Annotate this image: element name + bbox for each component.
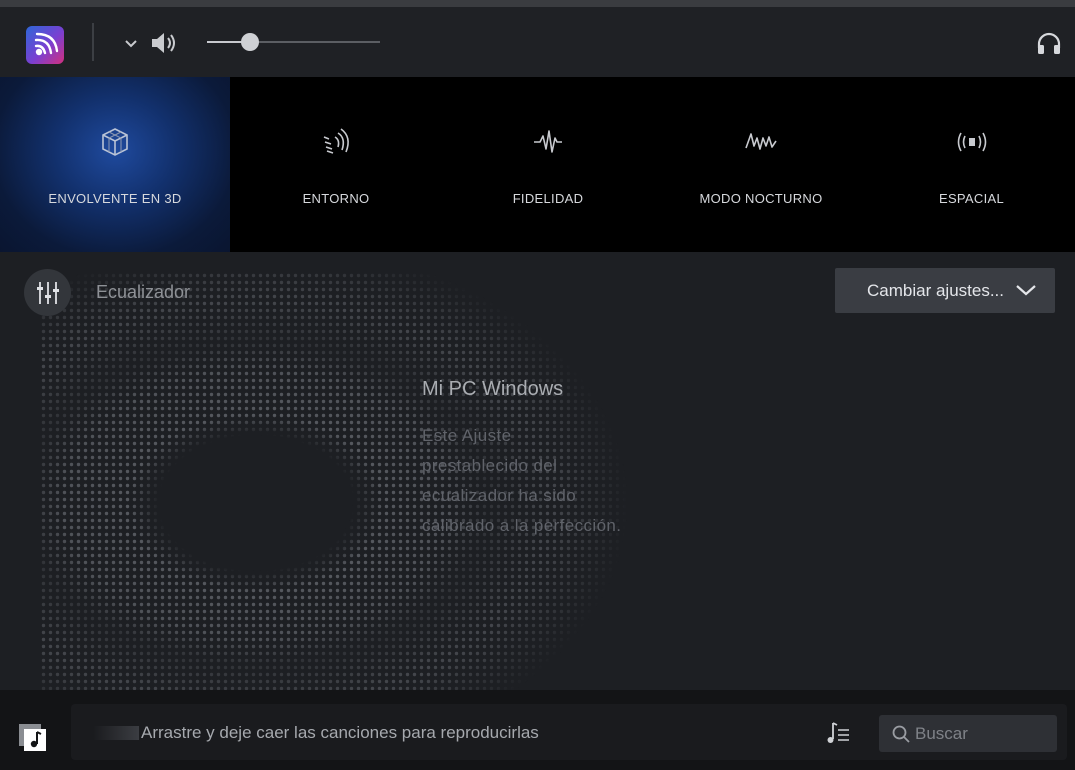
song-drop-zone[interactable]: Arrastre y deje caer las canciones para … <box>71 704 1067 760</box>
app-window: ENVOLVENTE EN 3D ENTORNO FIDELIDAD MODO … <box>0 0 1075 770</box>
mode-entorno[interactable]: ENTORNO <box>230 77 442 252</box>
spatial-broadcast-icon <box>957 132 986 152</box>
player-footer: Arrastre y deje caer las canciones para … <box>0 690 1075 770</box>
equalizer-panel: Ecualizador Cambiar ajustes... Mi PC Win… <box>0 252 1075 690</box>
equalizer-icon <box>24 269 71 316</box>
drop-zone-text: Arrastre y deje caer las canciones para … <box>141 723 539 742</box>
header-bar <box>0 7 1075 77</box>
chevron-down-icon <box>1016 285 1036 296</box>
search-icon <box>892 725 910 743</box>
mode-label: ENTORNO <box>302 191 370 206</box>
equalizer-title: Ecualizador <box>96 282 191 302</box>
speaker-icon[interactable] <box>150 31 178 55</box>
audio-wave-logo-icon[interactable] <box>26 26 64 64</box>
volume-slider[interactable] <box>207 33 380 51</box>
change-settings-label: Cambiar ajustes... <box>867 281 1004 300</box>
header-divider <box>92 23 94 61</box>
mode-espacial[interactable]: ESPACIAL <box>868 77 1075 252</box>
drop-zone-gradient <box>93 726 139 740</box>
cube-3d-icon <box>102 128 128 156</box>
mode-fidelidad[interactable]: FIDELIDAD <box>442 77 654 252</box>
search-box[interactable] <box>879 715 1057 752</box>
ambient-waves-icon <box>323 128 349 154</box>
chevron-down-icon[interactable] <box>123 36 139 52</box>
mode-label: FIDELIDAD <box>512 191 584 206</box>
mode-envolvente-3d[interactable]: ENVOLVENTE EN 3D <box>0 77 230 252</box>
search-input[interactable] <box>915 715 1053 752</box>
volume-slider-knob[interactable] <box>241 33 260 51</box>
night-wave-icon <box>745 133 777 150</box>
playlist-icon[interactable] <box>825 720 851 746</box>
sound-mode-bar: ENVOLVENTE EN 3D ENTORNO FIDELIDAD MODO … <box>0 77 1075 252</box>
preset-name: Mi PC Windows <box>422 378 564 400</box>
mode-nocturno[interactable]: MODO NOCTURNO <box>654 77 868 252</box>
mode-label: ENVOLVENTE EN 3D <box>48 191 182 206</box>
headphones-icon[interactable] <box>1036 31 1062 55</box>
music-note-icon[interactable] <box>18 724 48 752</box>
preset-description: Este Ajuste prestablecido del ecualizado… <box>422 426 622 535</box>
mode-label: MODO NOCTURNO <box>699 191 823 206</box>
change-settings-dropdown[interactable]: Cambiar ajustes... <box>835 268 1055 313</box>
title-strip <box>0 0 1075 7</box>
pulse-wave-icon <box>534 130 562 153</box>
mode-label: ESPACIAL <box>938 191 1005 206</box>
